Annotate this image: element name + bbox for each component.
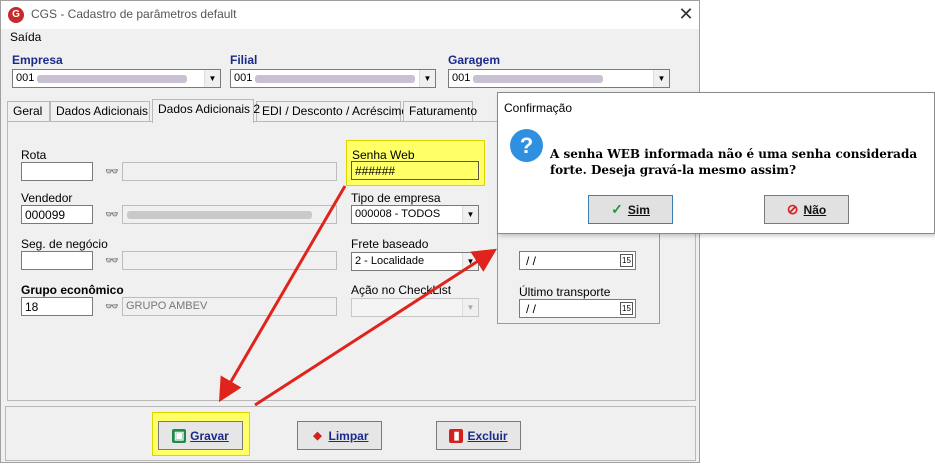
dialog-title: Confirmação — [504, 101, 573, 115]
ultimo-transporte-label: Último transporte — [519, 285, 611, 299]
dialog-message: A senha WEB informada não é uma senha co… — [550, 147, 918, 177]
chevron-down-icon[interactable]: ▼ — [462, 299, 478, 316]
menu-saida[interactable]: Saída — [10, 30, 41, 44]
checkmark-icon: ✓ — [611, 201, 623, 217]
close-icon[interactable]: ✕ — [677, 4, 695, 25]
filial-label: Filial — [230, 53, 258, 67]
calendar-icon[interactable]: 15 — [620, 254, 633, 267]
gravar-label: Gravar — [190, 428, 229, 443]
vendedor-label: Vendedor — [21, 191, 73, 205]
grupo-economico-input[interactable]: 18 — [21, 297, 93, 316]
frete-baseado-label: Frete baseado — [351, 237, 429, 251]
no-entry-icon: ⊘ — [786, 201, 799, 217]
chevron-down-icon[interactable]: ▼ — [462, 253, 478, 270]
tab-faturamento[interactable]: Faturamento — [403, 101, 477, 121]
grupo-economico-label: Grupo econômico — [21, 283, 124, 297]
chevron-down-icon[interactable]: ▼ — [204, 70, 220, 87]
chevron-down-icon[interactable]: ▼ — [462, 206, 478, 223]
limpar-button[interactable]: ◆ Limpar — [297, 421, 382, 450]
seg-negocio-input[interactable] — [21, 251, 93, 270]
acao-checklist-select[interactable]: ▼ — [351, 298, 479, 317]
binoculars-icon[interactable]: 👓 — [105, 208, 119, 221]
floppy-disk-icon: ▣ — [172, 428, 187, 443]
redacted-text — [127, 211, 312, 219]
rota-input[interactable] — [21, 162, 93, 181]
date-input[interactable]: / / 15 — [519, 251, 636, 270]
rota-description — [122, 162, 337, 181]
empresa-label: Empresa — [12, 53, 63, 67]
nao-label: Não — [803, 202, 827, 217]
binoculars-icon[interactable]: 👓 — [105, 254, 119, 267]
chevron-down-icon[interactable]: ▼ — [419, 70, 435, 87]
empresa-value: 001 — [16, 72, 35, 84]
redacted-text — [473, 75, 603, 83]
confirmation-dialog: Confirmação ? A senha WEB informada não … — [497, 92, 935, 234]
sim-button[interactable]: ✓ Sim — [588, 195, 673, 224]
tipo-empresa-value: 000008 - TODOS — [355, 208, 441, 220]
binoculars-icon[interactable]: 👓 — [105, 165, 119, 178]
garagem-label: Garagem — [448, 53, 501, 67]
vendedor-description — [122, 205, 337, 224]
vendedor-input[interactable]: 000099 — [21, 205, 93, 224]
seg-negocio-description — [122, 251, 337, 270]
question-icon: ? — [510, 129, 543, 162]
tab-dados-adicionais-1[interactable]: Dados Adicionais 1 — [50, 101, 158, 121]
senha-web-label: Senha Web — [352, 148, 415, 162]
empresa-select[interactable]: 001 ▼ — [12, 69, 221, 88]
redacted-text — [255, 75, 415, 83]
redacted-text — [37, 75, 187, 83]
seg-negocio-label: Seg. de negócio — [21, 237, 108, 251]
sim-label: Sim — [627, 202, 650, 217]
ultimo-transporte-value: / / — [526, 302, 537, 316]
excluir-label: Excluir — [467, 428, 508, 443]
senha-web-input[interactable]: ###### — [351, 161, 479, 180]
limpar-label: Limpar — [328, 428, 369, 443]
ultimo-transporte-input[interactable]: / / 15 — [519, 299, 636, 318]
tab-edi-desconto[interactable]: EDI / Desconto / Acréscimo — [256, 101, 408, 121]
filial-value: 001 — [234, 72, 253, 84]
acao-checklist-label: Ação no CheckList — [351, 283, 452, 297]
garagem-value: 001 — [452, 72, 471, 84]
calendar-icon[interactable]: 15 — [620, 302, 633, 315]
nao-button[interactable]: ⊘ Não — [764, 195, 849, 224]
grupo-economico-description: GRUPO AMBEV — [122, 297, 337, 316]
eraser-icon: ◆ — [313, 429, 322, 442]
date-value: / / — [526, 254, 537, 268]
frete-baseado-select[interactable]: 2 - Localidade ▼ — [351, 252, 479, 271]
tab-dados-adicionais-2[interactable]: Dados Adicionais 2 — [152, 99, 260, 123]
frete-baseado-value: 2 - Localidade — [355, 255, 425, 267]
tipo-empresa-label: Tipo de empresa — [351, 191, 441, 205]
gravar-button[interactable]: ▣ Gravar — [158, 421, 243, 450]
tab-geral[interactable]: Geral — [7, 101, 50, 121]
binoculars-icon[interactable]: 👓 — [105, 300, 119, 313]
app-logo-icon: G — [8, 7, 24, 23]
chevron-down-icon[interactable]: ▼ — [653, 70, 669, 87]
title-bar: G CGS - Cadastro de parâmetros default ✕ — [1, 1, 699, 29]
tipo-empresa-select[interactable]: 000008 - TODOS ▼ — [351, 205, 479, 224]
rota-label: Rota — [21, 148, 47, 162]
garagem-select[interactable]: 001 ▼ — [448, 69, 670, 88]
trash-icon: ▮ — [449, 428, 464, 443]
excluir-button[interactable]: ▮ Excluir — [436, 421, 521, 450]
filial-select[interactable]: 001 ▼ — [230, 69, 436, 88]
menu-bar: Saída — [1, 29, 699, 46]
window-title: CGS - Cadastro de parâmetros default — [31, 7, 237, 21]
